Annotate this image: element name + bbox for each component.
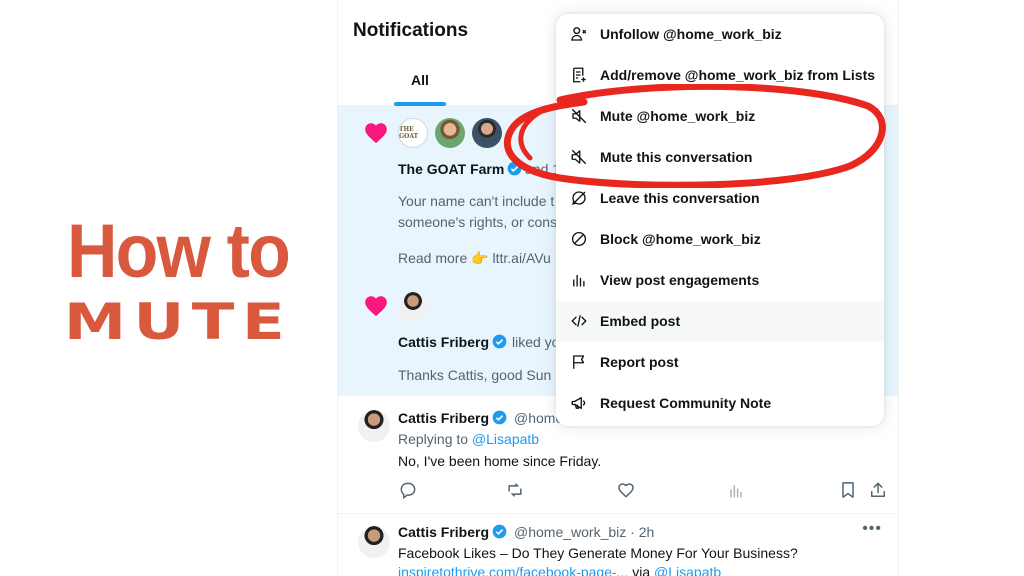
- notification-preview-line-2: someone's rights, or cons: [398, 214, 558, 230]
- reply-icon[interactable]: [398, 480, 418, 500]
- promo-title-line-2: MUTE: [63, 293, 293, 351]
- promo-title: How to MUTE: [28, 209, 328, 351]
- verified-badge-icon: [492, 524, 507, 539]
- notification-action: and 1: [525, 161, 561, 177]
- menu-item-label: Block @home_work_biz: [600, 231, 761, 247]
- notification-preview: Thanks Cattis, good Sun: [398, 367, 552, 383]
- unfollow-icon: [571, 27, 587, 41]
- menu-item-block[interactable]: Block @home_work_biz: [556, 219, 884, 260]
- flag-icon: [573, 355, 585, 369]
- menu-item-embed[interactable]: Embed post: [556, 301, 884, 342]
- via-handle[interactable]: @Lisapatb: [654, 564, 721, 576]
- list-add-icon: [573, 67, 586, 83]
- avatar[interactable]: [472, 118, 502, 148]
- menu-item-mute-user[interactable]: Mute @home_work_biz: [556, 96, 884, 137]
- like-icon[interactable]: [616, 480, 636, 500]
- replying-to: Replying to @Lisapatb: [398, 431, 539, 447]
- bookmark-icon[interactable]: [838, 480, 858, 500]
- menu-item-leave-conversation[interactable]: Leave this conversation: [556, 178, 884, 219]
- embed-icon: [571, 315, 587, 327]
- avatar-cattis[interactable]: [358, 526, 390, 558]
- tweet-text: Facebook Likes – Do They Generate Money …: [398, 545, 798, 561]
- menu-item-label: View post engagements: [600, 272, 760, 288]
- menu-item-unfollow[interactable]: Unfollow @home_work_biz: [556, 14, 884, 55]
- engagements-icon: [573, 274, 585, 287]
- avatar-goat-farm[interactable]: THE GOAT: [398, 118, 428, 148]
- via-label: via: [632, 564, 651, 576]
- verified-badge-icon: [492, 410, 507, 425]
- share-icon[interactable]: [868, 480, 888, 500]
- tweet-text: No, I've been home since Friday.: [398, 453, 602, 469]
- notification-actor[interactable]: Cattis Friberg: [398, 334, 507, 350]
- replying-to-label: Replying to: [398, 431, 469, 447]
- menu-item-label: Mute this conversation: [600, 149, 753, 165]
- pointing-hand-emoji: 👉: [471, 250, 489, 266]
- verified-badge-icon: [492, 334, 507, 349]
- menu-item-label: Mute @home_work_biz: [600, 108, 756, 124]
- tweet-author[interactable]: Cattis Friberg: [398, 410, 507, 426]
- replying-to-handle[interactable]: @Lisapatb: [472, 431, 539, 447]
- views-icon[interactable]: [726, 480, 746, 500]
- menu-item-label: Add/remove @home_work_biz from Lists: [600, 67, 876, 83]
- tweet[interactable]: Cattis Friberg @home_work_biz · 2h ••• F…: [338, 514, 898, 576]
- menu-item-label: Embed post: [600, 313, 681, 329]
- menu-item-label: Unfollow @home_work_biz: [600, 26, 782, 42]
- heart-icon: [365, 123, 387, 144]
- promo-title-line-1: How to: [67, 209, 291, 294]
- menu-item-label: Request Community Note: [600, 395, 772, 411]
- menu-item-community-note[interactable]: Request Community Note: [556, 383, 884, 424]
- tweet-actions: [398, 480, 888, 502]
- notification-action: liked yo: [512, 334, 560, 350]
- page-title: Notifications: [353, 20, 469, 41]
- megaphone-icon: [571, 397, 586, 409]
- menu-item-label: Report post: [600, 354, 679, 370]
- heart-icon: [365, 296, 387, 317]
- tab-all-label: All: [411, 72, 429, 88]
- verified-badge-icon: [507, 161, 522, 176]
- menu-item-mute-conversation[interactable]: Mute this conversation: [556, 137, 884, 178]
- read-more-label: Read more: [398, 250, 468, 266]
- leave-conversation-icon: [572, 191, 586, 206]
- avatar-cattis[interactable]: [358, 410, 390, 442]
- menu-item-engagements[interactable]: View post engagements: [556, 260, 884, 301]
- tweet-author[interactable]: Cattis Friberg: [398, 524, 507, 540]
- read-more-link[interactable]: lttr.ai/AVu: [492, 250, 550, 266]
- mute-conversation-icon: [571, 149, 587, 165]
- tweet-handle-time[interactable]: @home_work_biz · 2h: [514, 524, 654, 540]
- actor-name: Cattis Friberg: [398, 334, 490, 350]
- more-options-icon[interactable]: •••: [862, 520, 882, 538]
- actor-name: The GOAT Farm: [398, 161, 505, 177]
- block-icon: [571, 231, 587, 247]
- menu-item-label: Leave this conversation: [600, 190, 760, 206]
- repost-icon[interactable]: [505, 480, 525, 500]
- tab-all[interactable]: All: [394, 62, 446, 106]
- avatar[interactable]: [435, 118, 465, 148]
- mute-icon: [571, 108, 587, 124]
- tweet-link-line: inspiretothrive.com/facebook-page-... vi…: [398, 564, 721, 576]
- notification-preview-line-1: Your name can't include t: [398, 193, 555, 209]
- author-name: Cattis Friberg: [398, 524, 490, 540]
- avatar-cattis[interactable]: [398, 292, 428, 322]
- post-options-menu: Unfollow @home_work_biz Add/remove @home…: [556, 14, 884, 426]
- menu-item-report[interactable]: Report post: [556, 342, 884, 383]
- tweet-link[interactable]: inspiretothrive.com/facebook-page-...: [398, 564, 628, 576]
- menu-item-lists[interactable]: Add/remove @home_work_biz from Lists: [556, 55, 884, 96]
- notification-actor[interactable]: The GOAT Farm: [398, 161, 522, 177]
- author-name: Cattis Friberg: [398, 410, 490, 426]
- read-more-line: Read more 👉 lttr.ai/AVu: [398, 248, 551, 269]
